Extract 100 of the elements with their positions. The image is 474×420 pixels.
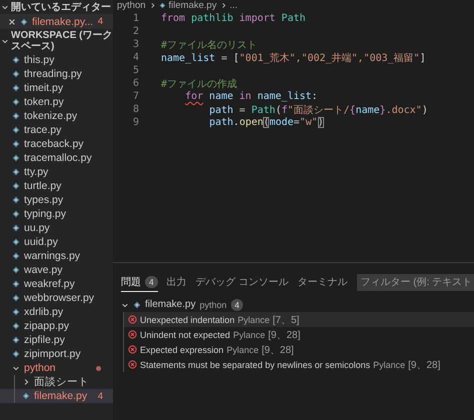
file-item[interactable]: threading.py [0, 67, 113, 81]
panel-tab[interactable]: デバッグ コンソール [196, 272, 289, 292]
problem-row[interactable]: Statements must be separated by newlines or semicolons Pylance [9、28] [124, 357, 474, 372]
file-item[interactable]: uuid.py [0, 235, 113, 249]
line-number: 1 [132, 13, 139, 24]
python-file-icon [12, 126, 20, 134]
problem-row[interactable]: Expected expression Pylance [9、28] [124, 342, 474, 357]
python-file-icon [20, 18, 28, 26]
python-file-icon [12, 252, 20, 260]
code-line: #ファイル名のリスト [161, 38, 258, 52]
line-number: 5 [132, 65, 139, 76]
file-item[interactable]: types.py [0, 193, 113, 207]
python-file-icon [12, 266, 20, 274]
python-file-icon [12, 84, 20, 92]
python-file-icon [12, 182, 20, 190]
python-file-icon [12, 70, 20, 78]
problem-position: [9、28] [262, 344, 294, 356]
breadcrumb-item[interactable]: ... [230, 0, 238, 11]
file-item[interactable]: tty.py [0, 165, 113, 179]
breadcrumb-item[interactable]: filemake.py [168, 0, 217, 11]
problem-position: [9、28] [268, 328, 300, 342]
section-title[interactable]: WORKSPACE (ワークスペース) [11, 30, 113, 52]
count-badge: 4 [230, 298, 244, 310]
file-item[interactable]: tokenize.py [0, 109, 113, 123]
panel-tab[interactable]: ターミナル [298, 272, 348, 292]
breadcrumb-item[interactable]: python [117, 0, 146, 11]
python-file-icon [158, 2, 166, 9]
problem-source: Pylance [238, 314, 270, 324]
line-number: 7 [132, 91, 139, 102]
chevron-right-icon [220, 2, 227, 9]
problem-message: Statements must be separated by newlines or semicolons [140, 360, 370, 370]
python-file-icon [12, 350, 20, 358]
problem-dot [96, 366, 101, 370]
line-number: 9 [132, 117, 139, 128]
python-file-icon [133, 300, 141, 308]
file-item[interactable]: wave.py [0, 263, 113, 277]
folder-name: python [200, 300, 227, 310]
python-file-icon [12, 98, 20, 106]
python-file-icon [12, 238, 20, 246]
file-item[interactable]: trace.py [0, 123, 113, 137]
problem-row[interactable]: Unindent not expected Pylance [9、28] [124, 327, 474, 342]
file-item[interactable]: traceback.py [0, 137, 113, 151]
python-file-icon [12, 224, 20, 232]
error-icon [128, 315, 137, 324]
file-item[interactable]: xdrlib.py [0, 305, 113, 319]
file-item[interactable]: weakref.py [0, 277, 113, 291]
problem-count: 4 [98, 16, 103, 27]
code-line: path = Path(f"面談シート/{name}.docx") [209, 104, 428, 116]
problem-source: Pylance [226, 344, 259, 354]
code-line: #ファイルの作成 [161, 78, 238, 90]
panel-tab[interactable]: 出力 [166, 272, 187, 292]
panel-tab[interactable]: 問題 4 [121, 272, 158, 292]
file-item[interactable]: token.py [0, 95, 113, 109]
file-item[interactable]: warnings.py [0, 249, 113, 263]
file-item[interactable]: uu.py [0, 221, 113, 235]
problem-position: [9、28] [408, 358, 440, 372]
open-editor-item[interactable]: filemake.py... 4 [0, 14, 113, 29]
problem-row[interactable]: Unexpected indentation Pylance [7、5] [124, 312, 474, 327]
error-icon [128, 330, 137, 339]
file-item[interactable]: tracemalloc.py [0, 151, 113, 165]
file-item[interactable]: timeit.py [0, 81, 113, 95]
chevron-right-icon [148, 2, 156, 9]
error-icon [128, 345, 137, 354]
python-file-icon [12, 56, 20, 64]
python-file-icon [12, 294, 20, 302]
file-item[interactable]: this.py [0, 53, 113, 67]
line-number: 2 [132, 26, 139, 37]
file-name: filemake.py [145, 299, 196, 310]
file-item[interactable]: zipfile.py [0, 333, 113, 347]
filter-field[interactable]: フィルター (例: テキスト [356, 274, 474, 290]
problem-message: Unindent not expected [140, 330, 230, 340]
code-line: name_list = ["001_荒木","002_井端","003_福留"] [161, 52, 426, 64]
problem-source: Pylance [373, 360, 406, 370]
problem-count: 4 [98, 390, 103, 402]
file-item[interactable]: zipapp.py [0, 319, 113, 333]
python-file-icon [12, 336, 20, 344]
problem-file-row[interactable]: filemake.py python 4 [113, 297, 474, 312]
code-line: for name in name_list: [185, 91, 318, 102]
python-file-icon [12, 112, 20, 120]
file-item[interactable]: typing.py [0, 207, 113, 221]
error-icon [128, 360, 137, 369]
python-file-icon [12, 322, 20, 330]
code-line: from pathlib import Path [161, 13, 306, 24]
close-icon [8, 18, 16, 26]
line-number: 6 [132, 78, 139, 89]
file-item[interactable]: filemake.py 4 [0, 389, 113, 403]
python-file-icon [12, 196, 20, 204]
python-file-icon [12, 210, 20, 218]
file-item[interactable]: zipimport.py [0, 347, 113, 361]
line-number: 3 [132, 39, 139, 50]
file-item[interactable]: webbrowser.py [0, 291, 113, 305]
file-item[interactable]: turtle.py [0, 179, 113, 193]
python-file-icon [22, 392, 30, 400]
problem-position: [7、5] [272, 314, 300, 326]
folder-item[interactable]: python [0, 361, 113, 375]
problem-message: Unexpected indentation [140, 314, 235, 324]
line-number: 8 [132, 104, 139, 115]
section-title[interactable]: 開いているエディター [11, 0, 111, 14]
python-file-icon [12, 154, 20, 162]
python-file-icon [12, 280, 20, 288]
